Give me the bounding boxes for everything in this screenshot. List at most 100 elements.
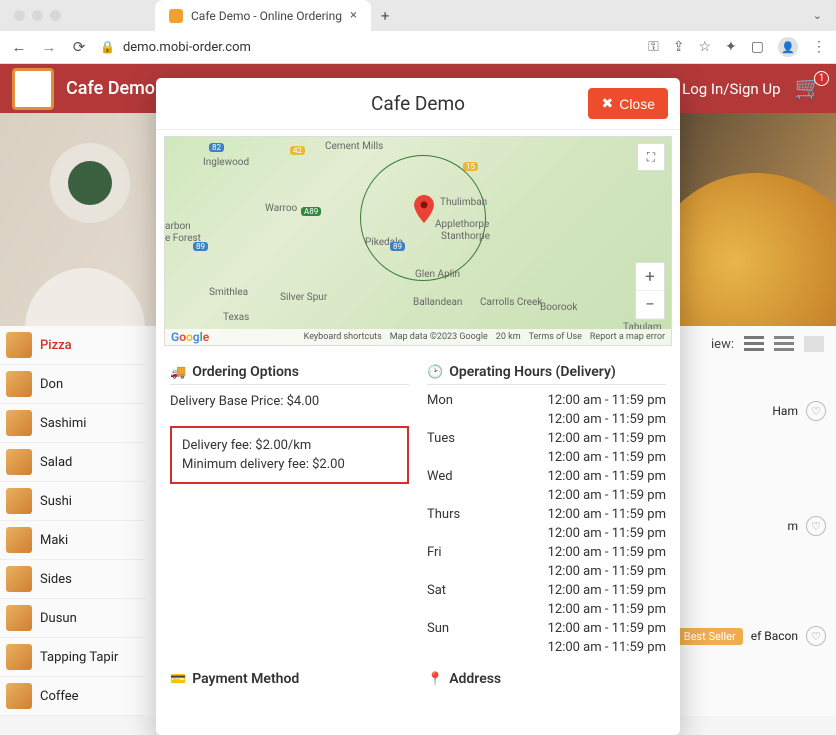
hours-row: 12:00 am - 11:59 pm xyxy=(427,486,666,505)
map-shortcuts[interactable]: Keyboard shortcuts xyxy=(304,332,382,342)
hours-time: 12:00 am - 11:59 pm xyxy=(548,621,666,636)
location-icon: 📍 xyxy=(427,672,443,687)
hours-row: 12:00 am - 11:59 pm xyxy=(427,448,666,467)
best-seller-badge: Best Seller xyxy=(677,628,743,645)
view-grid-icon[interactable] xyxy=(804,336,824,352)
hours-day: Tues xyxy=(427,431,482,446)
cart-button[interactable]: 🛒 1 xyxy=(795,76,822,101)
category-thumb xyxy=(6,449,32,475)
map-place-label: Carrolls Creek xyxy=(480,297,542,308)
profile-icon[interactable]: 👤 xyxy=(778,37,798,57)
hours-time: 12:00 am - 11:59 pm xyxy=(548,602,666,617)
hours-row: Wed12:00 am - 11:59 pm xyxy=(427,467,666,486)
lock-icon: 🔒 xyxy=(100,40,115,54)
product-card-peek[interactable]: Ham ♡ xyxy=(772,401,826,421)
menu-icon[interactable]: ⋮ xyxy=(812,39,826,55)
hours-time: 12:00 am - 11:59 pm xyxy=(548,583,666,598)
product-name-fragment: Ham xyxy=(772,404,798,418)
google-logo: Google xyxy=(171,330,209,344)
close-button[interactable]: ✖ Close xyxy=(588,88,668,119)
map-place-label: Inglewood xyxy=(203,157,249,168)
extensions-icon[interactable]: ✦ xyxy=(725,39,737,55)
category-label: Coffee xyxy=(40,689,79,704)
operating-hours-heading: 🕑 Operating Hours (Delivery) xyxy=(427,364,666,380)
store-info-modal: Cafe Demo ✖ Close InglewoodCement MillsW… xyxy=(156,78,680,735)
ordering-options-heading: 🚚 Ordering Options xyxy=(170,364,409,380)
brand-name[interactable]: Cafe Demo xyxy=(66,78,155,99)
category-item[interactable]: Don xyxy=(0,365,145,404)
map-attribution: Map data ©2023 Google xyxy=(390,332,488,342)
category-item[interactable]: Dusun xyxy=(0,599,145,638)
bookmark-icon[interactable]: ☆ xyxy=(698,39,711,55)
category-item[interactable]: Sashimi xyxy=(0,404,145,443)
back-button[interactable]: ← xyxy=(10,38,28,56)
address-bar[interactable]: 🔒 demo.mobi-order.com xyxy=(100,40,636,55)
category-item[interactable]: Salad xyxy=(0,443,145,482)
zoom-in-button[interactable]: + xyxy=(636,263,664,291)
hours-row: 12:00 am - 11:59 pm xyxy=(427,638,666,657)
category-label: Sashimi xyxy=(40,416,86,431)
category-thumb xyxy=(6,683,32,709)
tabs-dropdown-icon[interactable]: ⌄ xyxy=(813,9,822,22)
tab-title: Cafe Demo - Online Ordering xyxy=(191,9,342,23)
favorite-icon[interactable]: ♡ xyxy=(806,516,826,536)
browser-chrome: Cafe Demo - Online Ordering × + ⌄ ← → ⟳ … xyxy=(0,0,836,64)
tab-close-icon[interactable]: × xyxy=(350,8,357,23)
new-tab-button[interactable]: + xyxy=(381,7,390,25)
hours-day: Wed xyxy=(427,469,482,484)
category-item[interactable]: Sides xyxy=(0,560,145,599)
key-icon[interactable]: ⚿ xyxy=(648,39,659,55)
truck-icon: 🚚 xyxy=(170,365,186,380)
map-place-label: Silver Spur xyxy=(280,292,327,303)
favorite-icon[interactable]: ♡ xyxy=(806,626,826,646)
hours-day: Mon xyxy=(427,393,482,408)
hours-row: Mon 12:00 am - 11:59 pm xyxy=(427,391,666,410)
payment-method-heading: 💳 Payment Method xyxy=(170,671,409,687)
category-item[interactable]: Sushi xyxy=(0,482,145,521)
panel-icon[interactable]: ▢ xyxy=(751,39,764,55)
map-place-label: 82 xyxy=(209,143,224,152)
favorite-icon[interactable]: ♡ xyxy=(806,401,826,421)
forward-button[interactable]: → xyxy=(40,38,58,56)
min-fee: Minimum delivery fee: $2.00 xyxy=(182,455,397,474)
card-icon: 💳 xyxy=(170,672,186,687)
map-place-label: Stanthorpe xyxy=(441,231,490,242)
category-item[interactable]: Tapping Tapir xyxy=(0,638,145,677)
category-label: Maki xyxy=(40,533,68,548)
login-link[interactable]: Log In/Sign Up xyxy=(682,80,780,98)
category-item[interactable]: Maki xyxy=(0,521,145,560)
hours-day: Sun xyxy=(427,621,482,636)
map-terms[interactable]: Terms of Use xyxy=(529,332,582,342)
view-list-icon[interactable] xyxy=(744,336,764,352)
product-name-fragment: m xyxy=(787,519,798,533)
fullscreen-button[interactable]: ⛶ xyxy=(637,143,665,171)
category-label: Sushi xyxy=(40,494,72,509)
map-place-label: A89 xyxy=(301,207,321,216)
reload-button[interactable]: ⟳ xyxy=(70,38,88,56)
window-minimize-icon[interactable] xyxy=(32,10,43,21)
map-report[interactable]: Report a map error xyxy=(590,332,665,342)
hours-time: 12:00 am - 11:59 pm xyxy=(548,488,666,503)
view-compact-icon[interactable] xyxy=(774,336,794,352)
close-icon: ✖ xyxy=(601,95,613,112)
product-card-peek[interactable]: Best Seller ef Bacon ♡ xyxy=(677,626,826,646)
browser-tab[interactable]: Cafe Demo - Online Ordering × xyxy=(155,0,371,31)
fee-per-km: Delivery fee: $2.00/km xyxy=(182,436,397,455)
window-maximize-icon[interactable] xyxy=(50,10,61,21)
map-place-label: Smithlea xyxy=(209,287,248,298)
category-item[interactable]: Pizza xyxy=(0,326,145,365)
delivery-map[interactable]: InglewoodCement MillsWarrooThulimbahAppl… xyxy=(164,136,672,346)
window-close-icon[interactable] xyxy=(14,10,25,21)
product-card-peek[interactable]: m♡ xyxy=(787,516,826,536)
hours-time: 12:00 am - 11:59 pm xyxy=(548,526,666,541)
brand-logo[interactable] xyxy=(12,68,54,110)
zoom-out-button[interactable]: − xyxy=(636,291,664,319)
map-place-label: 89 xyxy=(390,242,405,251)
modal-title: Cafe Demo xyxy=(371,92,465,115)
category-item[interactable]: Coffee xyxy=(0,677,145,716)
category-label: Don xyxy=(40,377,63,392)
share-icon[interactable]: ⇪ xyxy=(673,39,685,55)
clock-icon: 🕑 xyxy=(427,365,443,380)
product-name-fragment: ef Bacon xyxy=(751,629,798,643)
hours-time: 12:00 am - 11:59 pm xyxy=(548,393,666,408)
